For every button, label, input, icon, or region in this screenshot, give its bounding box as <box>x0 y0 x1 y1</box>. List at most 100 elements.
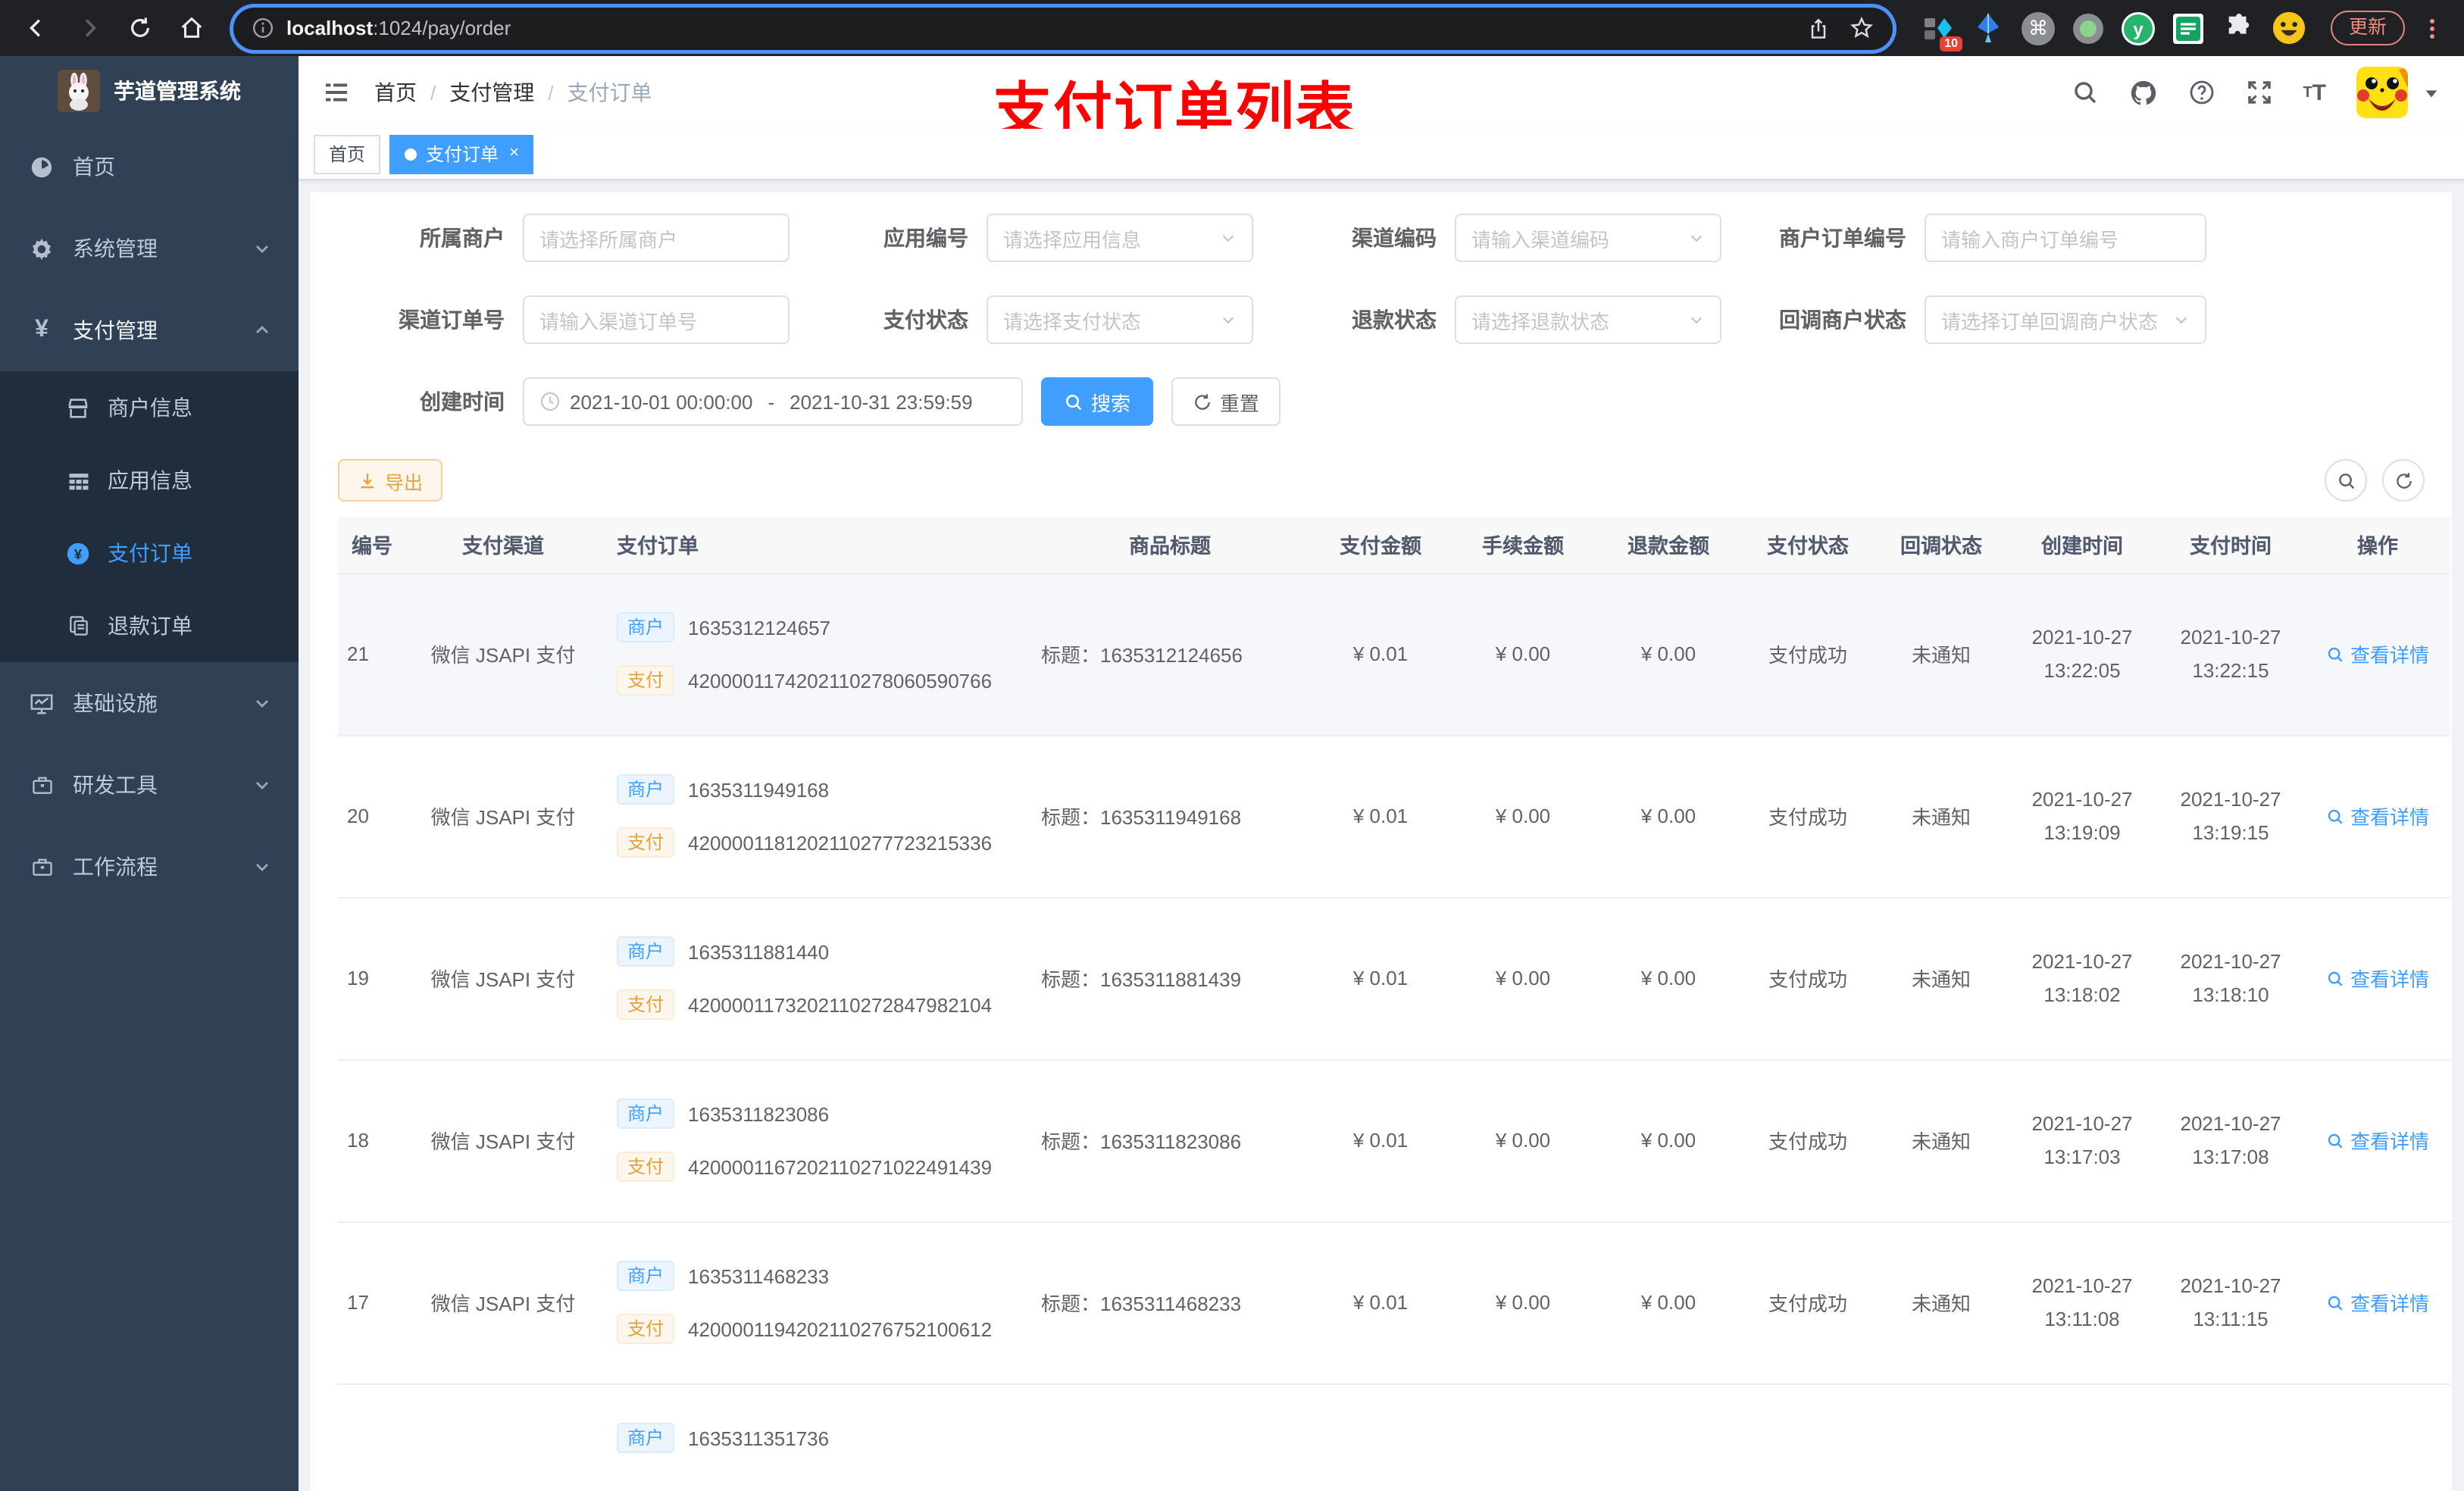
browser-back-icon[interactable] <box>15 7 58 49</box>
merchant-tag: 商户 <box>617 612 675 642</box>
extension-status-icon[interactable] <box>2070 10 2106 46</box>
site-info-icon[interactable] <box>252 17 274 39</box>
svg-text:y: y <box>2133 19 2143 39</box>
reset-button[interactable]: 重置 <box>1171 377 1281 426</box>
sidebar-item-dev-tools[interactable]: 研发工具 <box>0 744 299 826</box>
address-bar[interactable]: localhost:1024/pay/order <box>233 7 1893 49</box>
breadcrumb: 首页 / 支付管理 / 支付订单 <box>374 77 652 108</box>
sidebar-item-app-info[interactable]: 应用信息 <box>0 444 299 517</box>
extension-kite-icon[interactable] <box>1970 10 2006 46</box>
profile-avatar-icon[interactable] <box>2270 10 2306 46</box>
sidebar-item-system[interactable]: 系统管理 <box>0 208 299 289</box>
view-detail-link[interactable]: 查看详情 <box>2326 802 2429 830</box>
breadcrumb-payment[interactable]: 支付管理 <box>449 77 534 108</box>
pay-status-select[interactable]: 请选择支付状态 <box>987 295 1253 344</box>
pay-order-no: 4200001173202110272847982104 <box>688 993 993 1016</box>
sidebar-item-payment[interactable]: ¥ 支付管理 <box>0 289 299 371</box>
filter-label: 退款状态 <box>1352 308 1437 332</box>
channel-code-select[interactable]: 请输入渠道编码 <box>1455 214 1721 262</box>
create-time-range-picker[interactable]: 2021-10-01 00:00:00 - 2021-10-31 23:59:5… <box>523 377 1023 426</box>
search-icon <box>2326 969 2344 987</box>
column-header: 编号 <box>338 517 405 574</box>
view-detail-link[interactable]: 查看详情 <box>2326 639 2429 668</box>
user-avatar[interactable] <box>2356 67 2408 118</box>
extensions-puzzle-icon[interactable] <box>2220 10 2256 46</box>
notify-status-select[interactable]: 请选择订单回调商户状态 <box>1925 295 2206 344</box>
chevron-down-icon <box>253 858 271 876</box>
browser-reload-icon[interactable] <box>118 7 161 49</box>
collapse-menu-icon[interactable] <box>323 79 350 106</box>
search-button[interactable]: 搜索 <box>1041 377 1154 426</box>
merchant-select[interactable]: 请选择所属商户 <box>523 214 790 262</box>
notify-status: 未通知 <box>1911 968 1971 991</box>
browser-update-button[interactable]: 更新 <box>2331 11 2406 45</box>
sidebar-item-workflow[interactable]: 工作流程 <box>0 826 299 908</box>
search-icon <box>2326 807 2344 825</box>
sidebar-item-home[interactable]: 首页 <box>0 126 299 208</box>
bookmark-star-icon[interactable] <box>1849 15 1875 41</box>
tag-tab-home[interactable]: 首页 <box>314 134 381 173</box>
app-title: 芋道管理系统 <box>114 79 241 103</box>
export-button[interactable]: 导出 <box>338 459 443 502</box>
breadcrumb-home[interactable]: 首页 <box>374 77 417 108</box>
refresh-table-button[interactable] <box>2382 459 2425 502</box>
order-id: 19 <box>347 967 369 989</box>
app-logo[interactable]: 芋道管理系统 <box>0 56 299 126</box>
pay-amount: ¥ 0.01 <box>1352 1129 1409 1152</box>
breadcrumb-current: 支付订单 <box>567 80 652 105</box>
close-tab-icon[interactable]: × <box>509 145 519 162</box>
pay-channel: 微信 JSAPI 支付 <box>430 968 576 991</box>
sidebar-item-refund-order[interactable]: 退款订单 <box>0 589 299 662</box>
app-select[interactable]: 请选择应用信息 <box>987 214 1253 262</box>
header-search-icon[interactable] <box>2071 79 2098 106</box>
browser-forward-icon[interactable] <box>67 7 109 49</box>
refund-status-select[interactable]: 请选择退款状态 <box>1455 295 1721 344</box>
column-header: 商品标题 <box>1029 517 1311 574</box>
fee-amount: ¥ 0.00 <box>1495 805 1551 827</box>
sidebar-item-pay-order[interactable]: ¥ 支付订单 <box>0 517 299 589</box>
github-icon[interactable] <box>2128 78 2157 107</box>
extension-vue-icon[interactable]: y <box>2120 10 2156 46</box>
fullscreen-icon[interactable] <box>2245 79 2272 106</box>
help-icon[interactable] <box>2187 79 2215 106</box>
search-icon <box>2326 1131 2344 1149</box>
briefcase-icon <box>29 773 55 797</box>
channel-order-no-input[interactable]: 请输入渠道订单号 <box>523 295 790 344</box>
merchant-tag: 商户 <box>617 1423 675 1453</box>
pay-channel: 微信 JSAPI 支付 <box>430 806 576 829</box>
sidebar-item-merchant-info[interactable]: 商户信息 <box>0 371 299 444</box>
create-time-cell: 2021-10-27 13:17:03 <box>2008 1059 2156 1222</box>
avatar-caret-icon[interactable] <box>2423 84 2440 101</box>
pay-status: 支付成功 <box>1768 806 1847 829</box>
show-search-toggle-button[interactable] <box>2325 459 2367 502</box>
document-copy-icon <box>65 614 91 638</box>
fee-amount: ¥ 0.00 <box>1495 1291 1551 1314</box>
view-detail-link[interactable]: 查看详情 <box>2326 1126 2429 1155</box>
clock-icon <box>539 391 561 412</box>
refund-amount: ¥ 0.00 <box>1640 642 1696 665</box>
pay-order-table: 编号 支付渠道 支付订单 商品标题 支付金额 手续金额 退款金额 支付状态 回调状态 创建时间 支付… <box>338 517 2450 1491</box>
share-icon[interactable] <box>1806 16 1831 40</box>
extension-chat-icon[interactable] <box>2170 10 2206 46</box>
chevron-down-icon <box>253 776 271 794</box>
tag-tab-pay-order[interactable]: 支付订单 × <box>389 134 534 173</box>
extension-command-icon[interactable]: ⌘ <box>2020 10 2056 46</box>
view-detail-link[interactable]: 查看详情 <box>2326 1288 2429 1317</box>
sidebar-item-infrastructure[interactable]: 基础设施 <box>0 662 299 744</box>
merchant-tag: 商户 <box>617 1261 675 1291</box>
pay-time-cell: 2021-10-27 13:19:15 <box>2156 735 2305 898</box>
font-size-icon[interactable]: TT <box>2303 80 2326 105</box>
view-detail-link[interactable]: 查看详情 <box>2326 964 2429 992</box>
order-id: 20 <box>347 805 369 827</box>
product-title: 标题：1635311468233 <box>1041 1293 1242 1315</box>
chevron-up-icon <box>253 321 271 339</box>
create-time-cell: 2021-10-27 13:22:05 <box>2008 573 2156 736</box>
table-row: 18 微信 JSAPI 支付 商户 1635311823086 支付 42000… <box>338 1059 2450 1222</box>
extension-devtools-icon[interactable]: 10 <box>1920 10 1962 51</box>
merchant-order-no-input[interactable]: 请输入商户订单编号 <box>1925 214 2206 262</box>
order-id: 21 <box>347 642 369 665</box>
column-header: 操作 <box>2305 517 2450 574</box>
filter-label: 所属商户 <box>420 226 505 250</box>
browser-home-icon[interactable] <box>170 7 212 49</box>
browser-menu-icon[interactable] <box>2420 16 2444 40</box>
